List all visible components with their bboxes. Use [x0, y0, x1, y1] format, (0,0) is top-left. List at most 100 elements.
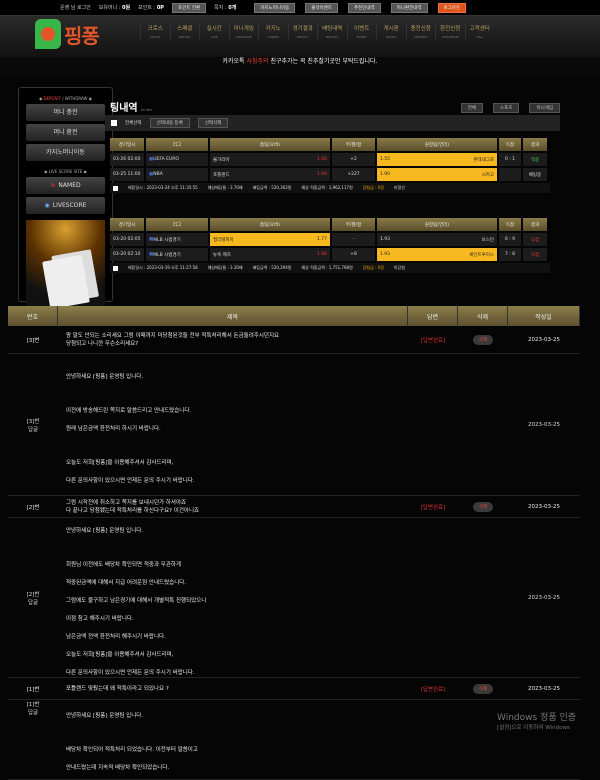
title-line: 포틀랜드 맞췄는데 왜 적특이라고 되있나요 ? [66, 685, 169, 692]
delete-button[interactable]: 삭제 [472, 334, 494, 345]
post-date: 2023-03-25 [528, 336, 560, 343]
nav-item[interactable]: 게시판 BOARD [376, 24, 406, 39]
title-line: 당첨되고 나니깐 무슨소리세요? [66, 340, 139, 347]
money-label: 보유머니 : [98, 5, 123, 11]
bet-row: 03-25 11:00 ■ NBA 포틀랜드 1.90 +227 1.90 시카고 배팅중 [110, 168, 550, 181]
home-team: 필라델피아 [213, 237, 234, 243]
bet-select-checkbox[interactable] [113, 185, 118, 191]
nav-sublabel: CROSS [150, 35, 161, 39]
filter-button[interactable]: 전체 [460, 103, 484, 113]
away-team-pick[interactable]: 1.90 시카고 [377, 168, 497, 181]
nav-label: 게시판 [383, 26, 399, 32]
title-line: 그럼 시작전에 취소하고 쪽지를 보내시던가 하셔야죠 [66, 499, 187, 506]
filter-button[interactable]: 스포츠 [493, 103, 520, 113]
column-header: 홈팀(오버) [210, 218, 330, 231]
away-team: 보스턴 [481, 237, 494, 243]
reply-line: 원래 남은금액 환전처리 하시기 바랍니다. [66, 425, 161, 432]
reply-line: 적중된금액에 대해서 지급 어려운점 안내드렸습니다. [66, 579, 187, 586]
topbar-button[interactable]: 로그아웃 [437, 2, 467, 13]
withdraw-button[interactable]: 머니 환전 [26, 124, 105, 141]
reply-body: 안녕하세요 [핑퐁] 운영팀 입니다. 배당차 확인되어 적특처리 되었습니다. … [58, 700, 408, 776]
named-label: NAMED [58, 182, 81, 189]
nav-item[interactable]: 경기결과 RESULT [287, 24, 318, 39]
league-name: MLB 시범경기 [153, 237, 181, 243]
nav-label: 충전신청 [410, 26, 431, 32]
named-button[interactable]: ≋ NAMED [26, 177, 105, 194]
reply-line: 안내드렸는데 지속적 배당차 확인되었습니다. [66, 765, 170, 771]
reply-line: 안녕하세요 [핑퐁] 운영팀 입니다. [66, 527, 144, 534]
reply-line: 다른 문의사항이 있으시면 언제든 문의 주시기 바랍니다. [66, 669, 195, 676]
reply-label: 답글 [27, 599, 39, 606]
casino-cards-banner[interactable] [26, 220, 105, 310]
filter-button[interactable]: 미니게임 [529, 103, 560, 113]
delete-selected-button[interactable]: 선택삭제 [197, 118, 229, 128]
deposit-button[interactable]: 머니 충전 [26, 104, 105, 121]
live-score-title: ◆ LIVE SCORE SITE ◆ [44, 169, 87, 174]
select-all-checkbox[interactable] [111, 120, 117, 126]
nav-item[interactable]: 스페셜 SPECIAL [169, 24, 200, 39]
title-line: 다 끝나고 당첨됐는데 적특처리를 하신다구요? 이건아니죠 [66, 507, 200, 514]
post-title[interactable]: 왕 말도 안되는 소리세요 그럼 이때까지 미당첨된것들 전부 적특처리해서 돈… [58, 332, 408, 348]
point-label: 포인트 : [138, 5, 157, 11]
post-number: [3]번 [26, 337, 40, 344]
away-odds: 1.55 [380, 157, 391, 162]
nav-item[interactable]: 크로스 CROSS [140, 24, 170, 39]
post-title[interactable]: 포틀랜드 맞췄는데 왜 적특이라고 되있나요 ? [58, 685, 408, 693]
league-name: UEFA EURO [153, 157, 179, 162]
nav-item[interactable]: 실시간 LIVE [199, 24, 229, 39]
nav-label: 크로스 [147, 26, 163, 32]
nav-item[interactable]: 이벤트 EVENT [346, 24, 377, 39]
home-team-pick[interactable]: 불가리아 1.80 [210, 153, 330, 166]
topbar-button[interactable]: 출석이벤트 [305, 2, 338, 13]
match-date: 03-20 02:05 [110, 233, 144, 246]
delete-button[interactable]: 삭제 [472, 683, 494, 694]
league: ■ NBA [146, 168, 208, 181]
question-row[interactable]: [1]번 포틀랜드 맞췄는데 왜 적특이라고 되있나요 ? [답변완료] 삭제 2023… [8, 678, 580, 700]
casino-money-button[interactable]: 카지노머니이동 [26, 144, 105, 161]
away-team-pick[interactable]: 1.93 보스턴 [377, 233, 497, 246]
qna-board: 번호 제목 답변 삭제 작성일 [3]번 왕 말도 안되는 소리세요 그럼 이때까지 미당… [8, 306, 580, 780]
column-header: 득점 [499, 218, 521, 231]
main-nav: 크로스 CROSS 스페셜 SPECIAL 실시간 LIVE 미니게임 MINIGAME 카지노… [140, 24, 494, 39]
nav-item[interactable]: 충전신청 DEPOSIT [405, 24, 436, 39]
point-convert-button[interactable]: 포인트 전환 [171, 2, 207, 13]
nav-item[interactable]: 미니게임 MINIGAME [228, 24, 259, 39]
column-header: 리그 [146, 138, 208, 151]
post-title[interactable]: 그럼 시작전에 취소하고 쪽지를 보내시던가 하셔야죠 다 끝나고 당첨됐는데 적… [58, 499, 408, 515]
title-part: DEPOSIT [43, 96, 61, 101]
home-team-pick[interactable]: 포틀랜드 1.90 [210, 168, 330, 181]
reply-line: 이전에 방송해드린 쪽지로 말씀드리고 안내드렸습니다. [66, 407, 192, 414]
register-selected-button[interactable]: 선택내용 등록 [149, 118, 190, 128]
reply-line: 오늘도 저희[핑퐁]을 이용해주셔서 감사드리며, [66, 651, 174, 658]
topbar-button[interactable]: 추천인내역 [347, 2, 381, 13]
nav-item[interactable]: 고객센터 Q&A [464, 24, 495, 39]
nav-sublabel: MINIGAME [236, 35, 252, 39]
home-team-pick[interactable]: 뉴욕 메츠 1.88 [210, 248, 330, 261]
home-team-pick[interactable]: 필라델피아 1.77 [210, 233, 330, 246]
notice-highlight: 사칭주의 [246, 58, 271, 65]
summary-odds: 예상배당율 : 3.30배 [207, 265, 243, 270]
topbar-button[interactable]: 카지노머니이동 [254, 2, 296, 13]
away-team: 세인트루이스 [469, 252, 494, 258]
column-header: 결과 [523, 218, 547, 231]
match-date: 03-20 02:10 [110, 248, 144, 261]
away-team-pick[interactable]: 1.93 세인트루이스 [377, 248, 497, 261]
summary-expected: 예상 적중금액 : 1,751,768원 [301, 265, 353, 270]
header: 핑퐁 크로스 CROSS 스페셜 SPECIAL 실시간 LIVE 미니게임 MINIGAME… [0, 15, 600, 57]
bet-select-checkbox[interactable] [113, 265, 118, 271]
summary-win: 당첨금 : 0원 [362, 265, 384, 270]
away-team-pick[interactable]: 1.55 몬테네그로 [377, 153, 497, 166]
nav-sublabel: CASINO [267, 35, 280, 39]
nav-item[interactable]: 배팅내역 BETLIST [317, 24, 347, 39]
nav-item[interactable]: 카지노 CASINO [258, 24, 288, 39]
question-row[interactable]: [3]번 왕 말도 안되는 소리세요 그럼 이때까지 미당첨된것들 전부 적특처리… [8, 326, 580, 354]
livescore-button[interactable]: ◉ LIVESCORE [26, 197, 105, 214]
post-date: 2023-03-25 [528, 685, 560, 692]
select-all-label: 전체선택 [125, 121, 142, 126]
delete-button[interactable]: 삭제 [472, 501, 494, 512]
home-team: 불가리아 [213, 157, 230, 163]
logo[interactable]: 핑퐁 [35, 19, 100, 49]
logo-mark-icon [35, 19, 61, 49]
nav-item[interactable]: 환전신청 WITHDRAW [435, 24, 465, 39]
topbar-button[interactable]: 머니환전내역 [390, 2, 428, 13]
